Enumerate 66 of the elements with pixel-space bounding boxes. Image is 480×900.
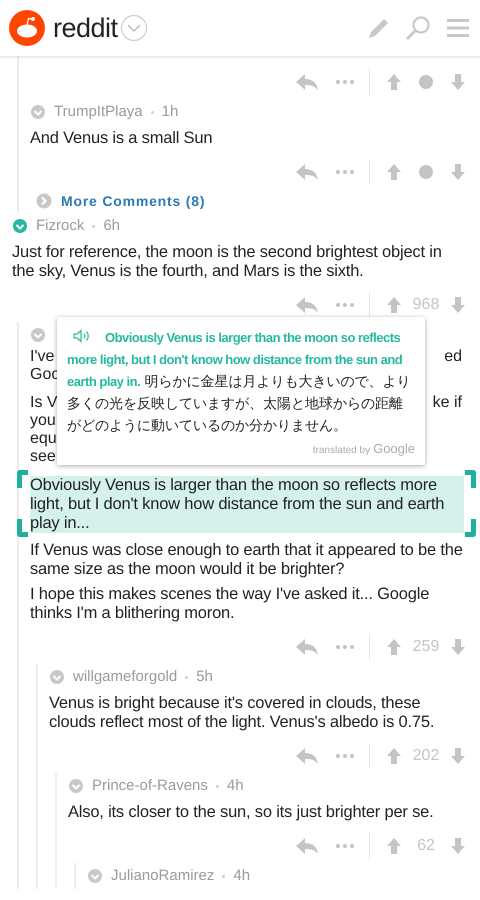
- comment-author[interactable]: Fizrock: [36, 214, 84, 238]
- more-icon[interactable]: [335, 842, 355, 848]
- credit-brand: Google: [373, 440, 415, 458]
- upvote-icon[interactable]: [386, 72, 402, 90]
- upvote-icon[interactable]: [386, 836, 402, 854]
- upvote-icon[interactable]: [386, 296, 402, 314]
- downvote-icon[interactable]: [450, 162, 466, 180]
- more-icon[interactable]: [335, 168, 355, 174]
- speaker-icon[interactable]: [73, 329, 91, 343]
- more-icon[interactable]: [335, 302, 355, 308]
- reply-icon[interactable]: [295, 72, 319, 90]
- credit-text: translated by: [312, 444, 370, 458]
- more-icon[interactable]: [335, 644, 355, 650]
- downvote-icon[interactable]: [450, 746, 466, 764]
- comment-time: 6h: [103, 216, 120, 236]
- reply-icon[interactable]: [295, 638, 319, 656]
- dot-icon: [418, 74, 434, 90]
- comment-text: equ: [30, 430, 57, 448]
- downvote-icon[interactable]: [450, 72, 466, 90]
- score: 202: [412, 746, 440, 766]
- menu-icon[interactable]: [447, 18, 469, 38]
- downvote-icon[interactable]: [450, 296, 466, 314]
- comment-time: 4h: [226, 776, 244, 796]
- chevron-icon[interactable]: [120, 14, 148, 42]
- upvote-icon[interactable]: [386, 162, 402, 180]
- reply-icon[interactable]: [295, 296, 319, 314]
- comment-time: 4h: [233, 866, 250, 886]
- comment-text: If Venus was close enough to earth that it appeared to be the same size as the moon would it be brighter?: [30, 541, 464, 579]
- more-icon[interactable]: [335, 752, 355, 758]
- downvote-icon[interactable]: [450, 836, 466, 854]
- translation-text: Obviously Venus is larger than the moon so reflects more light, but I don't know how distance from the sun and earth play in. 明らかに金星は月よりも大きいので、より多くの光を反映していますが、太陽と地球からの距離がどのように動いているのか分かりません。: [67, 328, 412, 436]
- comment-text: Also, its closer to the sun, so its just brighter per se.: [68, 803, 435, 822]
- more-comments-link[interactable]: More Comments (8): [36, 189, 206, 213]
- score: 259: [412, 636, 440, 656]
- comment-text: ke if: [432, 394, 462, 412]
- reply-icon[interactable]: [295, 746, 319, 764]
- search-icon[interactable]: [405, 15, 431, 41]
- downvote-icon[interactable]: [450, 638, 466, 656]
- upvote-icon[interactable]: [386, 746, 402, 764]
- comment-text: ed: [444, 348, 462, 366]
- comment-author[interactable]: TrumpItPlaya: [54, 100, 143, 124]
- upvote-icon[interactable]: [386, 638, 402, 656]
- logo-text[interactable]: reddit: [53, 8, 118, 48]
- logo-icon[interactable]: [9, 10, 45, 46]
- score: 968: [412, 294, 440, 314]
- comment-text: see: [30, 448, 56, 466]
- comment-author[interactable]: Prince-of-Ravens: [92, 774, 208, 798]
- comment-text: And Venus is a small Sun: [30, 129, 214, 148]
- dot-icon: [418, 164, 434, 180]
- comment-author[interactable]: willgameforgold: [73, 666, 178, 688]
- chevron-icon: [36, 193, 52, 209]
- comment-author[interactable]: JulianoRamirez: [111, 864, 214, 888]
- comment-text: Is V: [30, 394, 58, 412]
- score: 62: [416, 836, 436, 856]
- selected-text: Obviously Venus is larger than the moon so reflects more light, but I don't know how distance from the sun and earth play in...: [30, 476, 464, 533]
- comment-time: 5h: [196, 666, 213, 687]
- pencil-icon[interactable]: [367, 16, 391, 40]
- comment-time: 1h: [162, 102, 178, 122]
- reply-icon[interactable]: [295, 836, 319, 854]
- comment-text: you: [30, 412, 56, 430]
- more-icon[interactable]: [335, 78, 355, 84]
- comment-text: I hope this makes scenes the way I've asked it... Google thinks I'm a blithering moron.: [30, 585, 430, 623]
- comment-text: Just for reference, the moon is the second brightest object in the sky, Venus is the fourth, and Mars is the sixth.: [12, 243, 443, 281]
- reply-icon[interactable]: [295, 162, 319, 180]
- comment-text: Venus is bright because it's covered in clouds, these clouds reflect most of the light. Venus's albedo is 0.75.: [49, 694, 436, 732]
- comment-text: I've: [30, 348, 54, 366]
